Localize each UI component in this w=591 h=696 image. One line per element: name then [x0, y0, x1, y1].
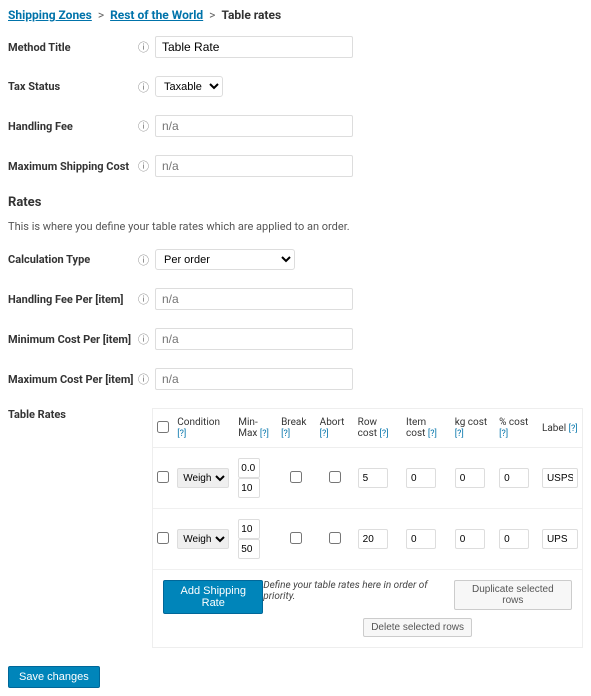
- delete-rows-button[interactable]: Delete selected rows: [363, 618, 472, 637]
- help-link[interactable]: [?]: [320, 429, 329, 439]
- kgcost-input[interactable]: [455, 468, 485, 488]
- th-label: Label [?]: [538, 409, 582, 448]
- method-title-label: Method Title: [8, 41, 138, 54]
- rowcost-input[interactable]: [358, 468, 388, 488]
- min-cost-per-label: Minimum Cost Per [item]: [8, 333, 138, 346]
- help-link[interactable]: [?]: [499, 429, 508, 439]
- help-icon[interactable]: ⓘ: [138, 291, 149, 307]
- duplicate-rows-button[interactable]: Duplicate selected rows: [454, 580, 572, 610]
- th-kgcost: kg cost [?]: [451, 409, 495, 448]
- max-cost-per-input[interactable]: [155, 368, 353, 390]
- min-input[interactable]: [238, 519, 260, 539]
- breadcrumb-current: Table rates: [221, 8, 281, 22]
- th-condition: Condition [?]: [173, 409, 234, 448]
- breadcrumb: Shipping Zones > Rest of the World > Tab…: [8, 8, 583, 22]
- handling-fee-per-input[interactable]: [155, 288, 353, 310]
- help-icon[interactable]: ⓘ: [138, 371, 149, 387]
- add-shipping-rate-button[interactable]: Add Shipping Rate: [163, 580, 263, 614]
- th-break: Break [?]: [277, 409, 316, 448]
- calculation-type-select[interactable]: Per order: [155, 249, 295, 270]
- row-checkbox[interactable]: [157, 532, 169, 544]
- help-icon[interactable]: ⓘ: [138, 252, 149, 268]
- help-link[interactable]: [?]: [380, 429, 389, 439]
- handling-fee-input[interactable]: [155, 115, 353, 137]
- condition-select[interactable]: Weight: [177, 468, 229, 488]
- tax-status-label: Tax Status: [8, 80, 138, 93]
- th-abort: Abort [?]: [316, 409, 354, 448]
- help-icon[interactable]: ⓘ: [138, 158, 149, 174]
- break-checkbox[interactable]: [290, 532, 302, 544]
- abort-checkbox[interactable]: [329, 532, 341, 544]
- pctcost-input[interactable]: [499, 529, 529, 549]
- handling-fee-label: Handling Fee: [8, 120, 138, 133]
- help-icon[interactable]: ⓘ: [138, 331, 149, 347]
- kgcost-input[interactable]: [455, 529, 485, 549]
- rates-desc: This is where you define your table rate…: [8, 220, 583, 233]
- breadcrumb-shipping-zones[interactable]: Shipping Zones: [8, 8, 92, 22]
- table-row: Weight: [153, 448, 582, 509]
- itemcost-input[interactable]: [406, 468, 436, 488]
- abort-checkbox[interactable]: [329, 471, 341, 483]
- max-cost-per-label: Maximum Cost Per [item]: [8, 373, 138, 386]
- max-input[interactable]: [238, 539, 260, 559]
- table-rates-table: Condition [?] Min-Max [?] Break [?] Abor…: [153, 409, 582, 570]
- table-rates-label: Table Rates: [8, 408, 135, 421]
- method-title-input[interactable]: [155, 36, 353, 58]
- breadcrumb-rest-of-world[interactable]: Rest of the World: [110, 8, 203, 22]
- rowcost-input[interactable]: [358, 529, 388, 549]
- max-shipping-cost-label: Maximum Shipping Cost: [8, 160, 138, 173]
- th-pctcost: % cost [?]: [495, 409, 538, 448]
- save-changes-button[interactable]: Save changes: [8, 666, 100, 688]
- itemcost-input[interactable]: [406, 529, 436, 549]
- help-icon[interactable]: ⓘ: [138, 79, 149, 95]
- rates-heading: Rates: [8, 195, 583, 210]
- label-input[interactable]: [542, 468, 578, 488]
- help-link[interactable]: [?]: [281, 429, 290, 439]
- handling-fee-per-label: Handling Fee Per [item]: [8, 293, 138, 306]
- footer-define-text: Define your table rates here in order of…: [263, 580, 427, 602]
- select-all-checkbox[interactable]: [157, 421, 169, 433]
- th-rowcost: Row cost [?]: [354, 409, 402, 448]
- max-shipping-cost-input[interactable]: [155, 155, 353, 177]
- condition-select[interactable]: Weight: [177, 529, 229, 549]
- break-checkbox[interactable]: [290, 471, 302, 483]
- help-link[interactable]: [?]: [428, 429, 437, 439]
- tax-status-select[interactable]: Taxable: [155, 76, 223, 97]
- min-cost-per-input[interactable]: [155, 328, 353, 350]
- help-icon[interactable]: ⓘ: [138, 118, 149, 134]
- help-link[interactable]: [?]: [260, 429, 269, 439]
- help-icon[interactable]: ⓘ: [138, 39, 149, 55]
- help-link[interactable]: [?]: [569, 424, 578, 434]
- table-row: Weight: [153, 509, 582, 570]
- min-input[interactable]: [238, 458, 260, 478]
- th-minmax: Min-Max [?]: [234, 409, 277, 448]
- help-link[interactable]: [?]: [177, 429, 186, 439]
- th-itemcost: Item cost [?]: [402, 409, 451, 448]
- pctcost-input[interactable]: [499, 468, 529, 488]
- calculation-type-label: Calculation Type: [8, 253, 138, 266]
- max-input[interactable]: [238, 478, 260, 498]
- help-link[interactable]: [?]: [455, 429, 464, 439]
- label-input[interactable]: [542, 529, 578, 549]
- row-checkbox[interactable]: [157, 471, 169, 483]
